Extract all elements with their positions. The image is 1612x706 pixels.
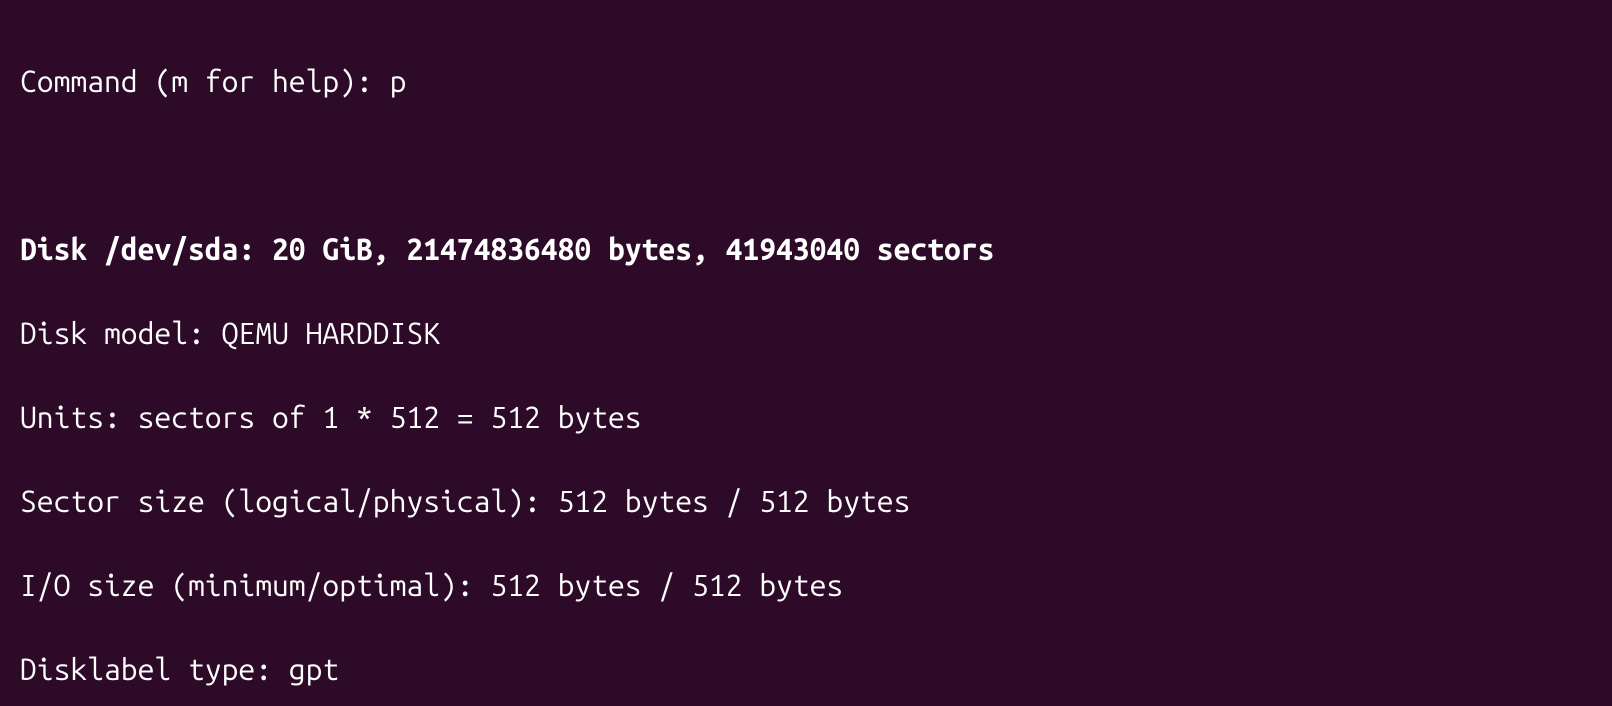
command-prompt-line[interactable]: Command (m for help): p bbox=[20, 60, 1592, 102]
disklabel-type: Disklabel type: gpt bbox=[20, 648, 1592, 690]
disk-units: Units: sectors of 1 * 512 = 512 bytes bbox=[20, 396, 1592, 438]
disk-model: Disk model: QEMU HARDDISK bbox=[20, 312, 1592, 354]
command-input[interactable]: p bbox=[390, 64, 407, 98]
sector-size: Sector size (logical/physical): 512 byte… bbox=[20, 480, 1592, 522]
terminal-output: Command (m for help): p Disk /dev/sda: 2… bbox=[0, 0, 1612, 706]
disk-summary: Disk /dev/sda: 20 GiB, 21474836480 bytes… bbox=[20, 228, 1592, 270]
command-prompt-label: Command (m for help): bbox=[20, 64, 390, 98]
io-size: I/O size (minimum/optimal): 512 bytes / … bbox=[20, 564, 1592, 606]
blank-line bbox=[20, 144, 1592, 186]
